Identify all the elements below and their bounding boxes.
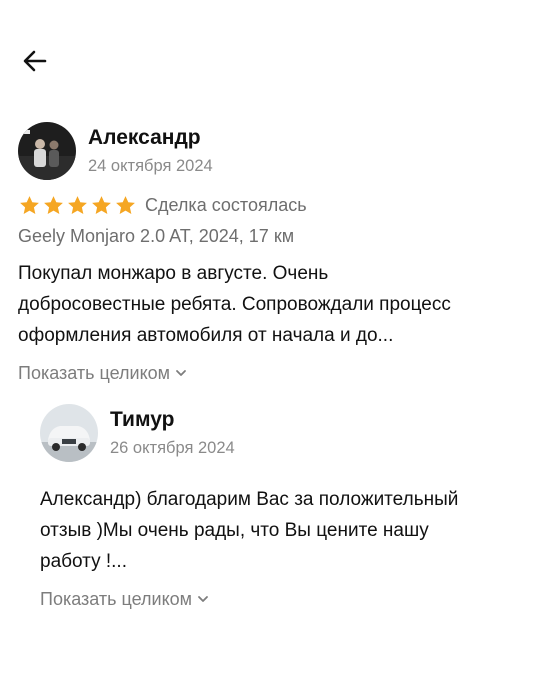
star-icon — [20, 195, 39, 214]
reply-text-line: Александр) благодарим Вас за положительн… — [40, 489, 459, 510]
reply-text-line: отзыв )Мы очень рады, что Вы цените нашу — [40, 520, 429, 541]
show-full-reply-button[interactable]: Показать целиком — [40, 587, 209, 611]
review-text-line: оформления автомобиля от начала и до... — [18, 325, 394, 346]
review-author-name[interactable]: Александр — [88, 125, 213, 151]
reply-author-row: Тимур 26 октября 2024 — [40, 404, 540, 462]
review-date: 24 октября 2024 — [88, 157, 213, 175]
star-icon — [116, 195, 135, 214]
deal-status: Сделка состоялась — [145, 194, 307, 215]
reply-author-name[interactable]: Тимур — [110, 407, 235, 433]
rating-row: Сделка состоялась — [18, 192, 542, 218]
star-icon — [92, 195, 111, 214]
star-icon — [68, 195, 87, 214]
review-card: Александр 24 октября 2024 Сделка состоял… — [18, 122, 542, 385]
reply-text-line: работу !... — [40, 551, 127, 572]
chevron-down-icon — [176, 370, 186, 376]
chevron-down-icon — [198, 596, 208, 602]
review-text-line: добросовестные ребята. Сопровождали проц… — [18, 294, 451, 315]
star-icon — [44, 195, 63, 214]
car-info: Geely Monjaro 2.0 AT, 2024, 17 км — [18, 226, 295, 246]
star-rating — [18, 194, 137, 217]
reply-date: 26 октября 2024 — [110, 439, 235, 457]
arrow-left-icon — [23, 50, 47, 72]
review-text: Покупал монжаро в августе. Очень добросо… — [18, 258, 542, 351]
review-author-row: Александр 24 октября 2024 — [18, 122, 542, 180]
back-button[interactable] — [18, 44, 52, 78]
reply-avatar[interactable] — [40, 404, 98, 462]
review-text-line: Покупал монжаро в августе. Очень — [18, 263, 329, 284]
show-full-review-button[interactable]: Показать целиком — [18, 361, 187, 385]
show-full-label: Показать целиком — [40, 589, 193, 609]
reply-text: Александр) благодарим Вас за положительн… — [40, 484, 540, 577]
avatar[interactable] — [18, 122, 76, 180]
show-full-label: Показать целиком — [18, 363, 171, 383]
reply-card: Тимур 26 октября 2024 Александр) благода… — [40, 404, 540, 611]
